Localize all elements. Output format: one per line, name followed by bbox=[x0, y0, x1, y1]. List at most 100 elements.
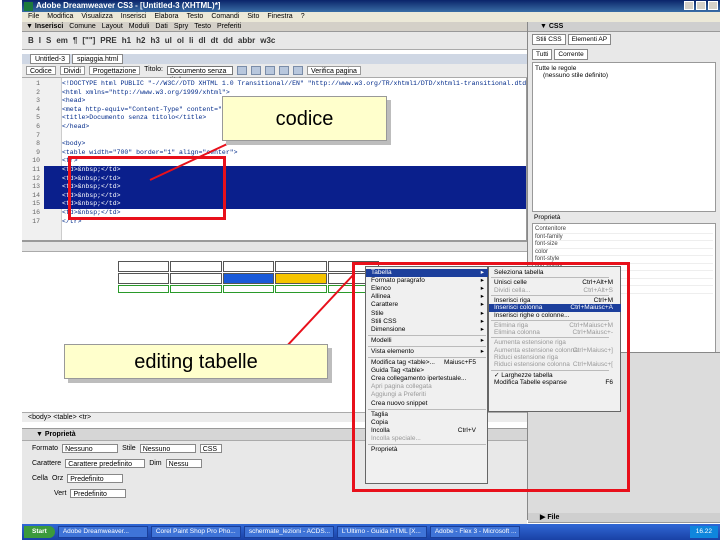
code-line[interactable]: 8 <body> bbox=[22, 140, 526, 149]
font-label: Carattere bbox=[32, 460, 62, 467]
em-button[interactable]: em bbox=[56, 36, 68, 45]
h2-button[interactable]: h2 bbox=[136, 36, 145, 45]
check-page-button[interactable]: Verifica pagina bbox=[306, 66, 361, 75]
insert-bar-title[interactable]: ▼ Inserisci bbox=[26, 22, 63, 31]
bold-button[interactable]: B bbox=[28, 36, 34, 45]
line-number: 15 bbox=[22, 200, 44, 209]
start-button[interactable]: Start bbox=[24, 526, 55, 538]
insert-tab-comune[interactable]: Comune bbox=[69, 22, 95, 31]
menu-elabora[interactable]: Elabora bbox=[154, 12, 178, 22]
table-cell[interactable] bbox=[275, 261, 327, 272]
horz-select[interactable]: Predefinito bbox=[67, 474, 124, 483]
preview-browser-icon[interactable] bbox=[250, 66, 261, 75]
h1-button[interactable]: h1 bbox=[122, 36, 131, 45]
menu-inserisci[interactable]: Inserisci bbox=[121, 12, 147, 22]
tab-css-styles[interactable]: Stili CSS bbox=[532, 34, 566, 45]
tab-current[interactable]: Corrente bbox=[554, 49, 588, 60]
minimize-button[interactable] bbox=[684, 1, 694, 10]
table-cell[interactable] bbox=[118, 273, 170, 284]
h3-button[interactable]: h3 bbox=[150, 36, 159, 45]
strong-button[interactable]: S bbox=[46, 36, 51, 45]
pre-button[interactable]: PRE bbox=[100, 36, 116, 45]
tab-ap-elements[interactable]: Elementi AP bbox=[567, 34, 612, 45]
paragraph-button[interactable]: ¶ bbox=[73, 36, 77, 45]
css-button[interactable]: CSS bbox=[199, 444, 222, 453]
refresh-icon[interactable] bbox=[264, 66, 275, 75]
table-cell[interactable] bbox=[170, 273, 222, 284]
abbr-button[interactable]: abbr bbox=[238, 36, 255, 45]
dreamweaver-logo-icon bbox=[24, 2, 33, 11]
css-panel-title[interactable]: ▼ CSS bbox=[528, 22, 720, 32]
menu-modifica[interactable]: Modifica bbox=[47, 12, 73, 22]
code-line[interactable]: 1 <!DOCTYPE html PUBLIC "-//W3C//DTD XHTM… bbox=[22, 80, 526, 89]
italic-button[interactable]: I bbox=[39, 36, 41, 45]
css-property[interactable]: font-family bbox=[535, 234, 713, 241]
table-cell[interactable] bbox=[118, 261, 170, 272]
insert-tab-layout[interactable]: Layout bbox=[102, 22, 123, 31]
li-button[interactable]: li bbox=[189, 36, 193, 45]
table-row[interactable] bbox=[118, 261, 380, 272]
format-select[interactable]: Nessuno bbox=[62, 444, 119, 453]
table-editing-callout: editing tabelle bbox=[64, 344, 328, 379]
menu-comandi[interactable]: Comandi bbox=[211, 12, 239, 22]
table-cell[interactable] bbox=[275, 273, 327, 284]
css-property[interactable]: Contenitore bbox=[535, 226, 713, 234]
tab-all-rules[interactable]: Tutti bbox=[532, 49, 553, 60]
file-management-icon[interactable] bbox=[236, 66, 247, 75]
dt-button[interactable]: dt bbox=[211, 36, 219, 45]
dd-button[interactable]: dd bbox=[223, 36, 233, 45]
size-select[interactable]: Nessu bbox=[165, 459, 202, 468]
menu-file[interactable]: File bbox=[28, 12, 39, 22]
visual-aids-icon[interactable] bbox=[292, 66, 303, 75]
code-view-button[interactable]: Codice bbox=[26, 66, 56, 75]
insert-tab-preferiti[interactable]: Preferiti bbox=[217, 22, 241, 31]
design-ruler bbox=[22, 240, 527, 252]
table-cell[interactable] bbox=[170, 261, 222, 272]
code-text: <title>Documento senza titolo</title> bbox=[62, 114, 207, 122]
taskbar-item[interactable]: schermate_lezioni - ACDS... bbox=[243, 526, 334, 538]
dl-button[interactable]: dl bbox=[198, 36, 205, 45]
css-property[interactable]: color bbox=[535, 249, 713, 256]
code-text: <meta http-equiv="Content-Type" content=… bbox=[62, 105, 226, 113]
window-title: Adobe Dreamweaver CS3 - [Untitled-3 (XHT… bbox=[36, 1, 221, 10]
font-select[interactable]: Carattere predefinito bbox=[65, 459, 146, 468]
menu-help[interactable]: ? bbox=[301, 12, 305, 22]
files-panel-title[interactable]: ▶ File bbox=[528, 513, 720, 523]
split-view-button[interactable]: Dividi bbox=[59, 66, 85, 75]
doc-tab-spiaggia[interactable]: spiaggia.html bbox=[71, 54, 124, 64]
taskbar-item[interactable]: Adobe - Flex 3 - Microsoft ... bbox=[429, 526, 520, 538]
code-text: <body> bbox=[62, 140, 86, 148]
menu-testo[interactable]: Testo bbox=[187, 12, 204, 22]
line-number: 13 bbox=[22, 183, 44, 192]
title-label: Titolo: bbox=[144, 66, 163, 73]
design-view-button[interactable]: Progettazione bbox=[88, 66, 141, 75]
ul-button[interactable]: ul bbox=[165, 36, 172, 45]
maximize-button[interactable] bbox=[696, 1, 706, 10]
w3c-button[interactable]: w3c bbox=[260, 36, 275, 45]
menu-bar: File Modifica Visualizza Inserisci Elabo… bbox=[22, 12, 720, 22]
menu-sito[interactable]: Sito bbox=[247, 12, 259, 22]
insert-tab-dati[interactable]: Dati bbox=[155, 22, 167, 31]
style-select[interactable]: Nessuno bbox=[139, 444, 196, 453]
css-rules-list[interactable]: Tutte le regole (nessuno stile definito) bbox=[532, 62, 716, 212]
table-cell[interactable] bbox=[222, 261, 275, 272]
css-property[interactable]: font-size bbox=[535, 241, 713, 249]
view-options-icon[interactable] bbox=[278, 66, 289, 75]
ol-button[interactable]: ol bbox=[177, 36, 184, 45]
menu-finestra[interactable]: Finestra bbox=[267, 12, 292, 22]
insert-tab-moduli[interactable]: Moduli bbox=[129, 22, 150, 31]
taskbar-item[interactable]: L'Ultimo - Guida HTML [X... bbox=[336, 526, 427, 538]
document-title-input[interactable]: Documento senza titolo bbox=[166, 66, 233, 84]
insert-tab-spry[interactable]: Spry bbox=[174, 22, 188, 31]
vert-select[interactable]: Predefinito bbox=[70, 489, 127, 498]
table-cell bbox=[118, 285, 170, 293]
table-cell[interactable] bbox=[222, 273, 275, 284]
insert-tab-testo[interactable]: Testo bbox=[194, 22, 211, 31]
menu-visualizza[interactable]: Visualizza bbox=[81, 12, 112, 22]
blockquote-button[interactable]: [""] bbox=[82, 36, 95, 45]
taskbar-item[interactable]: Corel Paint Shop Pro Pho... bbox=[150, 526, 241, 538]
doc-tab-untitled[interactable]: Untitled-3 bbox=[30, 54, 70, 64]
taskbar-item[interactable]: Adobe Dreamweaver... bbox=[57, 526, 148, 538]
table-row[interactable] bbox=[118, 273, 380, 284]
close-button[interactable] bbox=[708, 1, 718, 10]
